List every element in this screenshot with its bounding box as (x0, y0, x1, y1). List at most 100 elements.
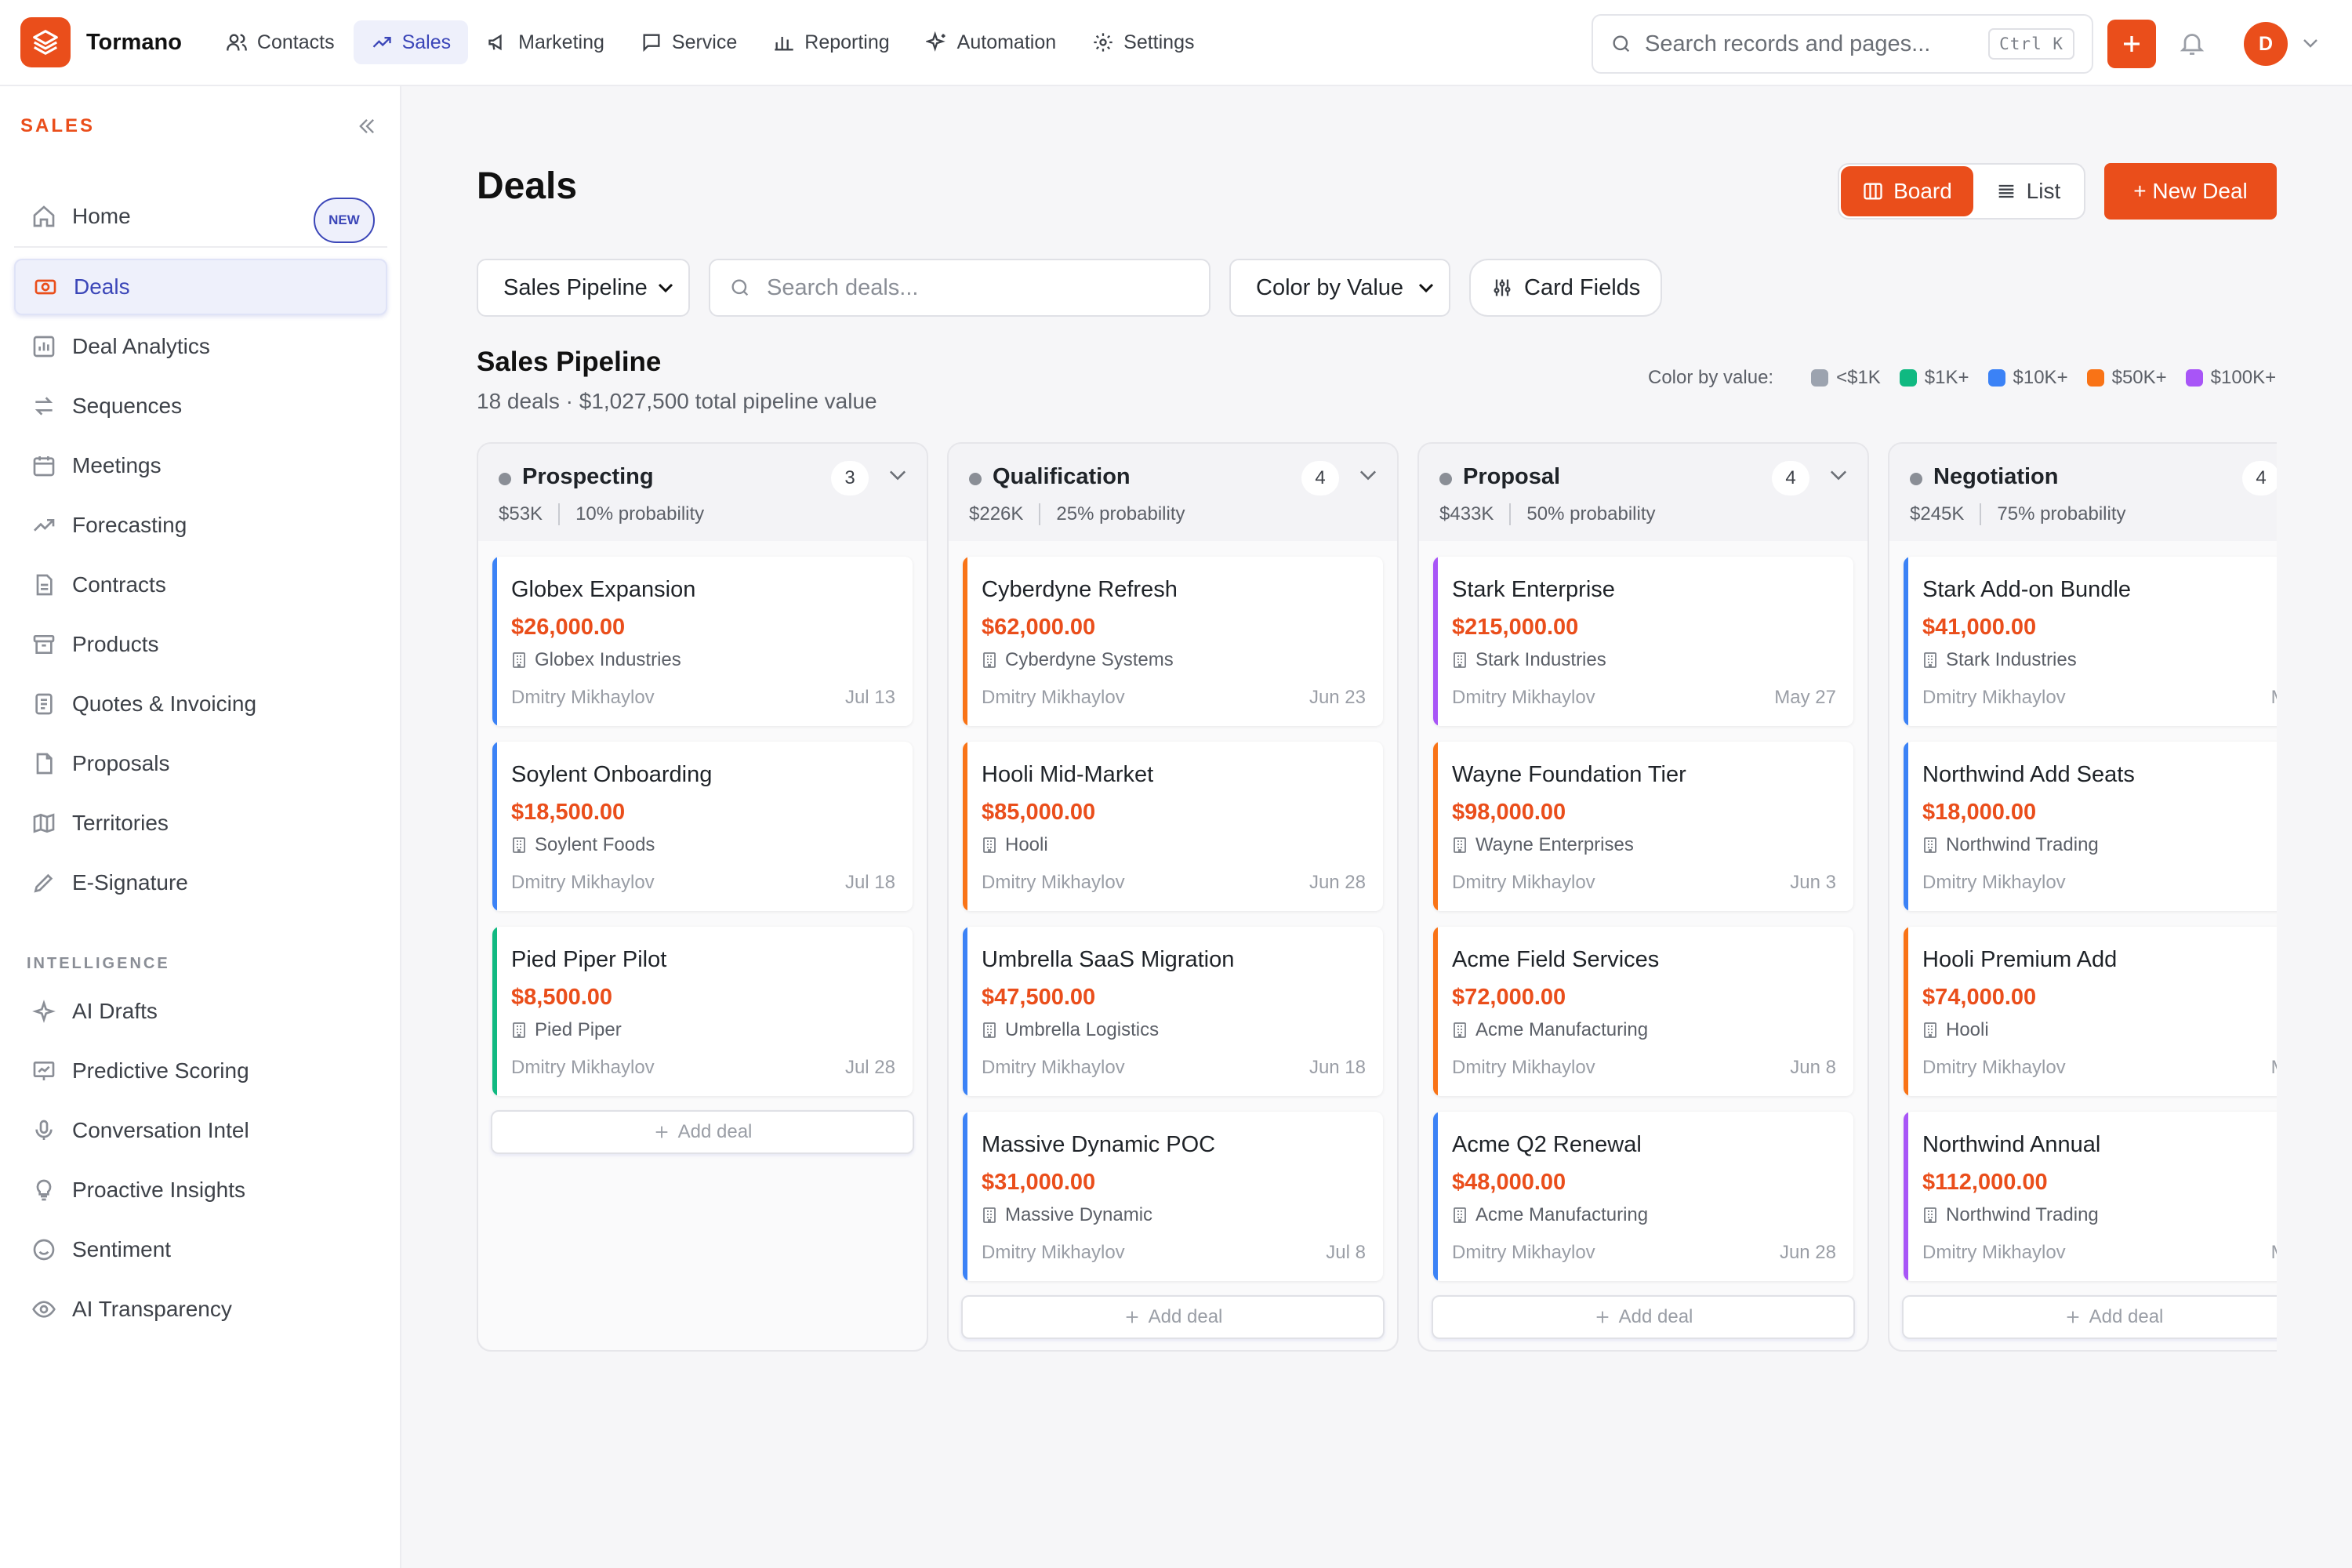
sidebar-item-products[interactable]: Products (14, 616, 387, 673)
sidebar-item-meetings[interactable]: Meetings (14, 437, 387, 494)
list-view-button[interactable]: List (1973, 166, 2082, 216)
deal-card[interactable]: Wayne Foundation Tier $98,000.00 Wayne Ent… (1433, 742, 1853, 911)
pipeline-column: Proposal 4 $433K 50% probability Stark Enter… (1417, 442, 1869, 1352)
add-deal-label: Add deal (677, 1121, 753, 1142)
nav-service[interactable]: Service (623, 20, 754, 64)
nav-contacts[interactable]: Contacts (209, 20, 352, 64)
building-icon (983, 837, 996, 853)
deal-card[interactable]: Northwind Annual $112,000.00 Northwind Tra… (1904, 1112, 2277, 1281)
sidebar-item-sentiment[interactable]: Sentiment (14, 1221, 387, 1278)
sidebar-item-home[interactable]: Home NEW (14, 188, 387, 245)
add-deal-button[interactable]: Add deal (1902, 1295, 2277, 1339)
chevron-down-icon[interactable] (1828, 469, 1849, 481)
global-search-input[interactable]: Search records and pages... Ctrl K (1592, 14, 2093, 74)
deal-owner: Dmitry Mikhaylov (511, 872, 655, 893)
sidebar-item-e-signature[interactable]: E-Signature (14, 855, 387, 911)
deal-card[interactable]: Soylent Onboarding $18,500.00 Soylent Food… (492, 742, 913, 911)
deal-card[interactable]: Globex Expansion $26,000.00 Globex Industr… (492, 557, 913, 726)
stage-probability: 75% probability (1997, 503, 2126, 524)
list-label: List (2026, 179, 2061, 203)
nav-automation[interactable]: Automation (909, 20, 1073, 64)
sidebar-item-forecasting[interactable]: Forecasting (14, 497, 387, 554)
pipeline-select[interactable]: Sales Pipeline (477, 259, 690, 317)
deal-company: Massive Dynamic (982, 1204, 1152, 1226)
deal-card[interactable]: Pied Piper Pilot $8,500.00 Pied Piper Dmitr… (492, 927, 913, 1096)
sidebar-item-sequences[interactable]: Sequences (14, 378, 387, 434)
deal-owner: Dmitry Mikhaylov (1452, 872, 1595, 893)
stage-name: Prospecting (522, 464, 654, 489)
value-color-bar (1904, 927, 1908, 1096)
deal-card[interactable]: Cyberdyne Refresh $62,000.00 Cyberdyne Sys… (963, 557, 1383, 726)
deal-amount: $112,000.00 (1922, 1170, 2048, 1195)
building-icon (1454, 837, 1466, 853)
add-deal-button[interactable]: Add deal (1432, 1295, 1855, 1339)
notifications-button[interactable] (2178, 27, 2206, 63)
deal-card[interactable]: Hooli Mid-Market $85,000.00 Hooli Dmitry Mi… (963, 742, 1383, 911)
home-icon (33, 205, 55, 227)
search-icon (1613, 35, 1630, 53)
trending-up-icon (34, 519, 55, 532)
nav-reporting[interactable]: Reporting (756, 20, 906, 64)
stage-meta: $245K 75% probability (1910, 503, 2126, 525)
chevron-down-icon[interactable] (1358, 469, 1378, 481)
deal-owner: Dmitry Mikhaylov (982, 872, 1125, 893)
add-deal-button[interactable]: Add deal (491, 1110, 914, 1154)
color-by-select[interactable]: Color by Value (1229, 259, 1450, 317)
deal-card[interactable]: Hooli Premium Add $74,000.00 Hooli Dmitry M… (1904, 927, 2277, 1096)
deal-search-input[interactable]: Search deals... (709, 259, 1210, 317)
deal-owner: Dmitry Mikhaylov (1922, 872, 2066, 893)
company-name: Hooli (1005, 834, 1048, 855)
sidebar-item-contracts[interactable]: Contracts (14, 557, 387, 613)
sidebar-item-ai-transparency[interactable]: AI Transparency (14, 1281, 387, 1338)
sidebar-item-predictive-scoring[interactable]: Predictive Scoring (14, 1043, 387, 1099)
brand[interactable]: Tormano (20, 17, 182, 67)
board-label: Board (1893, 179, 1952, 203)
company-name: Massive Dynamic (1005, 1204, 1153, 1225)
deal-title: Globex Expansion (511, 577, 696, 602)
sidebar: SALES Home NEW Deals Deal Analytics Sequ… (0, 86, 401, 1568)
deal-card[interactable]: Acme Field Services $72,000.00 Acme Manufa… (1433, 927, 1853, 1096)
quick-create-button[interactable] (2107, 20, 2156, 68)
nav-marketing[interactable]: Marketing (470, 20, 622, 64)
sidebar-item-deals[interactable]: Deals (14, 259, 387, 315)
stage-dot (1910, 473, 1922, 485)
nav-sales[interactable]: Sales (353, 20, 469, 64)
deal-card[interactable]: Umbrella SaaS Migration $47,500.00 Umbrell… (963, 927, 1383, 1096)
sidebar-item-proactive-insights[interactable]: Proactive Insights (14, 1162, 387, 1218)
stage-value: $226K (969, 503, 1024, 524)
deal-owner: Dmitry Mikhaylov (511, 687, 655, 708)
column-header: Proposal 4 $433K 50% probability (1419, 444, 1867, 541)
deal-amount: $47,500.00 (982, 985, 1096, 1010)
sidebar-item-quotes-invoicing[interactable]: Quotes & Invoicing (14, 676, 387, 732)
deal-card[interactable]: Stark Add-on Bundle $41,000.00 Stark Indus… (1904, 557, 2277, 726)
sidebar-item-territories[interactable]: Territories (14, 795, 387, 851)
add-deal-button[interactable]: Add deal (961, 1295, 1385, 1339)
chevron-down-icon[interactable] (2302, 38, 2319, 53)
bar-chart-icon (775, 37, 793, 51)
card-fields-button[interactable]: Card Fields (1469, 259, 1663, 317)
column-header: Negotiation 4 $245K 75% probability (1889, 444, 2277, 541)
sidebar-item-conversation-intel[interactable]: Conversation Intel (14, 1102, 387, 1159)
chevron-down-icon[interactable] (887, 469, 908, 481)
deal-card[interactable]: Stark Enterprise $215,000.00 Stark Industr… (1433, 557, 1853, 726)
value-color-bar (492, 557, 497, 726)
deal-card[interactable]: Northwind Add Seats $18,000.00 Northwind T… (1904, 742, 2277, 911)
deal-company: Pied Piper (511, 1019, 622, 1041)
new-deal-button[interactable]: + New Deal (2104, 163, 2277, 220)
deal-card[interactable]: Acme Q2 Renewal $48,000.00 Acme Manufactur… (1433, 1112, 1853, 1281)
sidebar-item-proposals[interactable]: Proposals (14, 735, 387, 792)
deal-title: Northwind Add Seats (1922, 762, 2135, 787)
sidebar-item-deal-analytics[interactable]: Deal Analytics (14, 318, 387, 375)
deal-owner: Dmitry Mikhaylov (1922, 1057, 2066, 1078)
company-name: Globex Industries (535, 649, 681, 670)
board-view-button[interactable]: Board (1841, 166, 1973, 216)
divider (1509, 503, 1512, 525)
company-name: Acme Manufacturing (1475, 1019, 1649, 1040)
legend-label: $50K+ (2111, 367, 2167, 388)
nav-settings[interactable]: Settings (1075, 20, 1211, 64)
sidebar-item-ai-drafts[interactable]: AI Drafts (14, 983, 387, 1040)
collapse-sidebar-icon[interactable] (356, 115, 378, 137)
building-icon (513, 1022, 525, 1038)
deal-card[interactable]: Massive Dynamic POC $31,000.00 Massive Dyn… (963, 1112, 1383, 1281)
user-avatar[interactable]: D (2244, 22, 2288, 66)
